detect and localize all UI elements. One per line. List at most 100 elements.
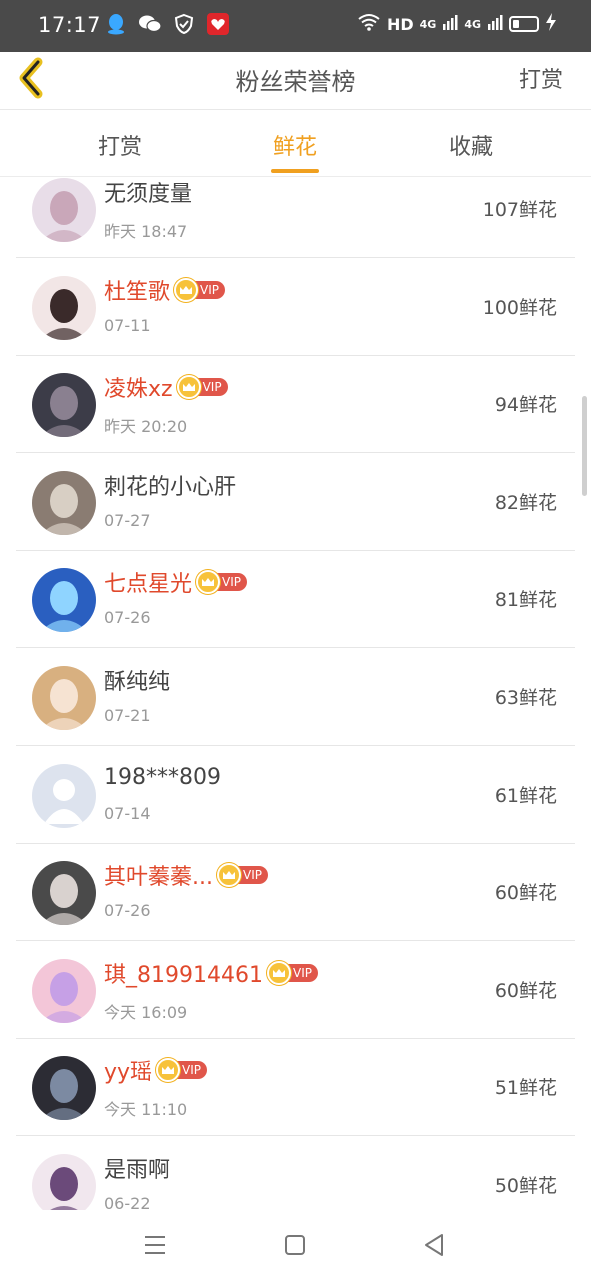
status-system-icons: HD 4G 4G bbox=[357, 13, 557, 35]
fan-date: 昨天 18:47 bbox=[104, 222, 188, 241]
home-icon bbox=[285, 1235, 305, 1255]
name-line: 其叶蓁蓁... VIP bbox=[104, 860, 268, 890]
fan-name[interactable]: 无须度量 bbox=[104, 178, 192, 208]
crown-icon bbox=[174, 277, 199, 302]
avatar[interactable] bbox=[32, 958, 96, 1023]
vip-badge: VIP bbox=[174, 277, 225, 302]
status-app-icons bbox=[104, 12, 230, 36]
fan-row[interactable]: 琪_819914461 VIP 今天 16:09 60鲜花 bbox=[16, 942, 575, 1039]
fan-row[interactable]: yy瑶 VIP 今天 11:10 51鲜花 bbox=[16, 1039, 575, 1137]
avatar[interactable] bbox=[32, 568, 96, 633]
fan-date: 07-26 bbox=[104, 608, 151, 628]
wifi-icon bbox=[357, 13, 381, 35]
header-bar: 粉丝荣誉榜 打赏 bbox=[0, 52, 591, 110]
fan-name[interactable]: 198***809 bbox=[104, 765, 221, 790]
fan-row[interactable]: 杜笙歌 VIP 07-11 100鲜花 bbox=[16, 259, 575, 356]
fan-row[interactable]: 七点星光 VIP 07-26 81鲜花 bbox=[16, 551, 575, 649]
name-line: 七点星光 VIP bbox=[104, 567, 247, 597]
tab-flowers[interactable]: 鲜花 bbox=[235, 129, 355, 161]
page-title: 粉丝荣誉榜 bbox=[235, 68, 356, 96]
fan-date: 07-14 bbox=[104, 803, 151, 823]
avatar[interactable] bbox=[32, 666, 96, 730]
avatar[interactable] bbox=[32, 178, 96, 242]
fan-row[interactable]: 其叶蓁蓁... VIP 07-26 60鲜花 bbox=[16, 844, 575, 942]
fan-name[interactable]: yy瑶 bbox=[104, 1054, 152, 1086]
signal-icon-1 bbox=[442, 14, 458, 34]
fan-name[interactable]: 是雨啊 bbox=[104, 1152, 170, 1184]
charging-icon bbox=[545, 13, 557, 35]
fan-name[interactable]: 刺花的小心肝 bbox=[104, 469, 236, 501]
crown-icon bbox=[266, 960, 291, 985]
flower-amount: 82鲜花 bbox=[494, 491, 557, 514]
avatar[interactable] bbox=[32, 1154, 96, 1210]
system-nav-bar bbox=[0, 1210, 591, 1280]
fan-row[interactable]: 刺花的小心肝 07-27 82鲜花 bbox=[16, 454, 575, 551]
back-nav-button[interactable] bbox=[422, 1232, 448, 1258]
name-line: 是雨啊 bbox=[104, 1153, 170, 1183]
fan-list[interactable]: 无须度量 昨天 18:47 107鲜花 杜笙歌 VIP 07-11 100鲜花 凌姝xz VIP… bbox=[0, 178, 591, 1210]
network-4g-2: 4G bbox=[464, 17, 481, 31]
avatar[interactable] bbox=[32, 275, 96, 340]
back-icon bbox=[425, 1234, 443, 1256]
home-button[interactable] bbox=[282, 1232, 308, 1258]
flower-amount: 81鲜花 bbox=[494, 589, 557, 612]
fan-date: 今天 11:10 bbox=[104, 1100, 188, 1120]
fan-date: 06-22 bbox=[104, 1194, 151, 1210]
wechat-icon bbox=[138, 12, 162, 36]
vip-badge: VIP bbox=[196, 570, 247, 595]
fan-date: 07-27 bbox=[104, 510, 151, 530]
reward-action-button[interactable]: 打赏 bbox=[519, 62, 563, 94]
crown-icon bbox=[216, 863, 241, 888]
tab-favorites[interactable]: 收藏 bbox=[411, 129, 531, 161]
fan-row[interactable]: 是雨啊 06-22 50鲜花 bbox=[16, 1137, 575, 1210]
scrollbar[interactable] bbox=[582, 396, 587, 496]
fan-row[interactable]: 198***809 07-14 61鲜花 bbox=[16, 747, 575, 844]
avatar[interactable] bbox=[32, 1056, 96, 1121]
name-line: 刺花的小心肝 bbox=[104, 470, 236, 500]
vip-badge: VIP bbox=[176, 375, 228, 400]
fan-date: 今天 16:09 bbox=[104, 1002, 188, 1022]
crown-icon bbox=[176, 375, 201, 400]
tab-reward[interactable]: 打赏 bbox=[60, 129, 180, 161]
name-line: 无须度量 bbox=[104, 178, 192, 207]
fan-name[interactable]: 其叶蓁蓁... bbox=[104, 859, 213, 891]
flower-amount: 50鲜花 bbox=[494, 1175, 557, 1197]
flower-amount: 60鲜花 bbox=[494, 882, 557, 905]
qq-icon bbox=[104, 12, 128, 36]
fan-name[interactable]: 七点星光 bbox=[104, 566, 192, 598]
vip-badge: VIP bbox=[266, 960, 318, 985]
flower-amount: 51鲜花 bbox=[494, 1077, 557, 1100]
fan-row[interactable]: 凌姝xz VIP 昨天 20:20 94鲜花 bbox=[16, 356, 575, 454]
menu-button[interactable] bbox=[142, 1232, 168, 1258]
status-time: 17:17 bbox=[38, 13, 102, 37]
vip-badge: VIP bbox=[216, 863, 268, 888]
menu-icon bbox=[145, 1236, 165, 1254]
avatar[interactable] bbox=[32, 763, 96, 828]
avatar[interactable] bbox=[32, 861, 96, 926]
fan-row[interactable]: 无须度量昨天 18:47 107鲜花 bbox=[16, 178, 575, 258]
fan-name[interactable]: 酥纯纯 bbox=[104, 664, 170, 696]
flower-amount: 94鲜花 bbox=[494, 394, 557, 417]
tab-bar: 打赏 鲜花 收藏 bbox=[0, 111, 591, 177]
status-bar: 17:17 HD 4G 4G bbox=[0, 0, 591, 52]
avatar[interactable] bbox=[32, 470, 96, 535]
fan-name[interactable]: 凌姝xz bbox=[104, 371, 173, 403]
name-line: 杜笙歌 VIP bbox=[104, 275, 225, 305]
flower-amount: 61鲜花 bbox=[494, 784, 557, 807]
fan-row[interactable]: 酥纯纯 07-21 63鲜花 bbox=[16, 649, 575, 746]
fan-name[interactable]: 杜笙歌 bbox=[104, 274, 170, 306]
flower-amount: 107鲜花 bbox=[482, 199, 557, 221]
battery-icon bbox=[509, 16, 539, 32]
shield-icon bbox=[172, 12, 196, 36]
fan-name[interactable]: 琪_819914461 bbox=[104, 957, 263, 989]
flower-amount: 100鲜花 bbox=[482, 296, 557, 319]
network-4g-1: 4G bbox=[419, 17, 437, 31]
avatar[interactable] bbox=[32, 373, 96, 438]
vip-badge: VIP bbox=[156, 1058, 208, 1083]
fan-date: 07-11 bbox=[104, 315, 151, 335]
fan-date: 昨天 20:20 bbox=[104, 417, 188, 437]
fan-date: 07-21 bbox=[104, 706, 151, 725]
flower-amount: 60鲜花 bbox=[494, 979, 557, 1002]
active-tab-indicator bbox=[271, 169, 319, 173]
fan-date: 07-26 bbox=[104, 901, 151, 921]
